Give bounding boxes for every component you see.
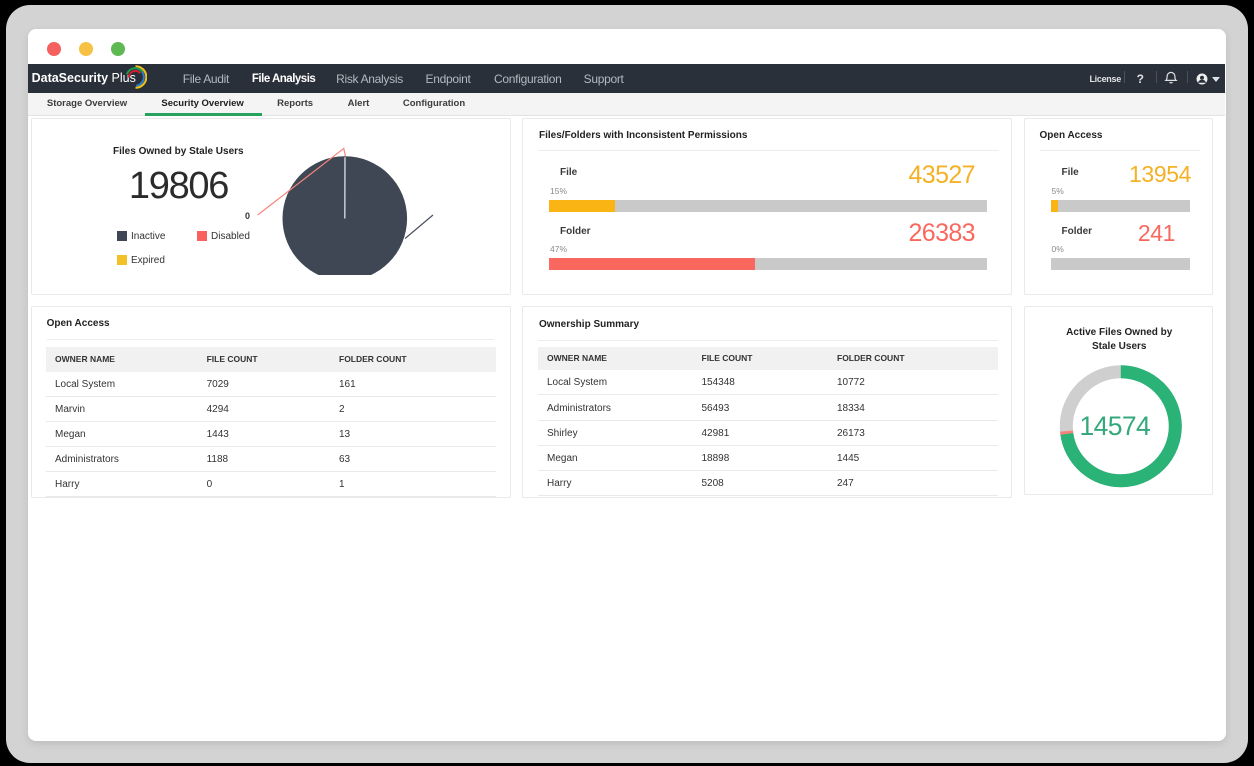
svg-text:0: 0 bbox=[245, 210, 250, 220]
svg-text:14574: 14574 bbox=[1079, 410, 1150, 440]
